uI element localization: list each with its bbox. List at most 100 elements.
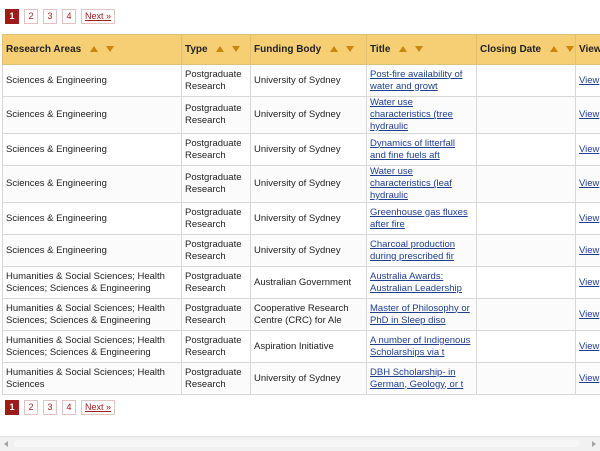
column-header-view: View: [576, 35, 600, 65]
sort-descending-icon[interactable]: [566, 46, 574, 52]
cell-type: Postgraduate Research: [182, 65, 251, 97]
table-row: Humanities & Social Sciences; Health Sci…: [3, 299, 600, 331]
cell-research-areas: Sciences & Engineering: [3, 97, 182, 134]
cell-type: Postgraduate Research: [182, 97, 251, 134]
cell-closing-date: [477, 299, 576, 331]
cell-type: Postgraduate Research: [185, 335, 242, 358]
cell-title-link[interactable]: DBH Scholarship- in German, Geology, or …: [370, 367, 463, 390]
cell-view: View: [576, 299, 600, 331]
cell-view: View: [576, 363, 600, 395]
cell-research-areas: Humanities & Social Sciences; Health Sci…: [6, 335, 165, 358]
sort-descending-icon[interactable]: [106, 46, 114, 52]
column-header-closing-date[interactable]: Closing Date: [477, 35, 576, 65]
pagination-bottom: 1 2 3 4 Next »: [5, 400, 120, 415]
cell-closing-date: [477, 235, 576, 267]
cell-type: Postgraduate Research: [185, 271, 242, 294]
sort-ascending-icon[interactable]: [399, 46, 407, 52]
cell-funding-body: University of Sydney: [254, 213, 341, 224]
cell-view-link[interactable]: View: [579, 75, 599, 86]
scroll-right-arrow-icon[interactable]: [592, 441, 596, 447]
cell-type: Postgraduate Research: [185, 138, 242, 161]
cell-title: Greenhouse gas fluxes after fire: [367, 203, 477, 235]
cell-closing-date: [477, 267, 576, 299]
cell-funding-body: University of Sydney: [254, 178, 341, 189]
next-page-button[interactable]: Next »: [81, 9, 115, 24]
cell-research-areas: Humanities & Social Sciences; Health Sci…: [3, 363, 182, 395]
sort-ascending-icon[interactable]: [216, 46, 224, 52]
column-header-type[interactable]: Type: [182, 35, 251, 65]
cell-title-link[interactable]: Post-fire availability of water and grow…: [370, 69, 462, 92]
cell-title-link[interactable]: Charcoal production during prescribed fi…: [370, 239, 455, 262]
column-header-research-areas[interactable]: Research Areas: [3, 35, 182, 65]
page-3-button[interactable]: 3: [43, 400, 57, 415]
sort-descending-icon[interactable]: [346, 46, 354, 52]
cell-title: Water use characteristics (tree hydrauli…: [367, 97, 477, 134]
cell-type: Postgraduate Research: [185, 69, 242, 92]
cell-type: Postgraduate Research: [185, 239, 242, 262]
cell-funding-body: University of Sydney: [251, 363, 367, 395]
cell-title-link[interactable]: A number of Indigenous Scholarships via …: [370, 335, 470, 358]
sort-descending-icon[interactable]: [415, 46, 423, 52]
sort-ascending-icon[interactable]: [90, 46, 98, 52]
cell-title-link[interactable]: Master of Philosophy or PhD in Sleep dis…: [370, 303, 470, 326]
column-header-funding-body[interactable]: Funding Body: [251, 35, 367, 65]
page-1-button[interactable]: 1: [5, 9, 19, 24]
cell-research-areas: Sciences & Engineering: [6, 245, 107, 256]
cell-type: Postgraduate Research: [182, 299, 251, 331]
table-row: Humanities & Social Sciences; Health Sci…: [3, 363, 600, 395]
cell-view-link[interactable]: View: [579, 178, 599, 189]
cell-research-areas: Sciences & Engineering: [3, 65, 182, 97]
scrollbar-thumb[interactable]: [14, 440, 579, 447]
sort-ascending-icon[interactable]: [550, 46, 558, 52]
cell-type: Postgraduate Research: [182, 267, 251, 299]
pagination-top: 1 2 3 4 Next »: [5, 9, 120, 24]
cell-title-link[interactable]: Dynamics of litterfall and fine fuels af…: [370, 138, 455, 161]
cell-closing-date: [477, 331, 576, 363]
cell-funding-body: University of Sydney: [251, 203, 367, 235]
page-2-button[interactable]: 2: [24, 400, 38, 415]
cell-title-link[interactable]: Water use characteristics (leaf hydrauli…: [370, 166, 452, 201]
cell-view-link[interactable]: View: [579, 144, 599, 155]
cell-view-link[interactable]: View: [579, 277, 599, 288]
cell-view-link[interactable]: View: [579, 341, 599, 352]
cell-funding-body: Australian Government: [254, 277, 351, 288]
cell-title-link[interactable]: Australia Awards: Australian Leadership: [370, 271, 462, 294]
cell-view-link[interactable]: View: [579, 213, 599, 224]
cell-research-areas: Sciences & Engineering: [6, 109, 107, 120]
cell-view: View: [576, 65, 600, 97]
cell-research-areas: Humanities & Social Sciences; Health Sci…: [3, 299, 182, 331]
sort-ascending-icon[interactable]: [330, 46, 338, 52]
scroll-left-arrow-icon[interactable]: [4, 441, 8, 447]
table-row: Humanities & Social Sciences; Health Sci…: [3, 267, 600, 299]
page-1-button[interactable]: 1: [5, 400, 19, 415]
cell-type: Postgraduate Research: [182, 363, 251, 395]
page-2-button[interactable]: 2: [24, 9, 38, 24]
cell-view-link[interactable]: View: [579, 245, 599, 256]
table-header-row: Research Areas Type Funding Body Title C…: [3, 35, 600, 65]
sort-controls: [330, 46, 354, 52]
sort-descending-icon[interactable]: [232, 46, 240, 52]
cell-title-link[interactable]: Greenhouse gas fluxes after fire: [370, 207, 468, 230]
page-4-button[interactable]: 4: [62, 9, 76, 24]
cell-research-areas: Humanities & Social Sciences; Health Sci…: [3, 331, 182, 363]
cell-title: DBH Scholarship- in German, Geology, or …: [367, 363, 477, 395]
horizontal-scrollbar[interactable]: [0, 436, 600, 451]
cell-view: View: [576, 331, 600, 363]
cell-view-link[interactable]: View: [579, 309, 599, 320]
cell-research-areas: Sciences & Engineering: [6, 75, 107, 86]
next-page-button[interactable]: Next »: [81, 400, 115, 415]
cell-research-areas: Humanities & Social Sciences; Health Sci…: [6, 303, 165, 326]
page-3-button[interactable]: 3: [43, 9, 57, 24]
column-header-title[interactable]: Title: [367, 35, 477, 65]
table-row: Sciences & EngineeringPostgraduate Resea…: [3, 203, 600, 235]
sort-controls: [399, 46, 423, 52]
cell-research-areas: Humanities & Social Sciences; Health Sci…: [6, 271, 165, 294]
cell-view: View: [576, 235, 600, 267]
cell-closing-date: [477, 97, 576, 134]
cell-title-link[interactable]: Water use characteristics (tree hydrauli…: [370, 97, 453, 132]
cell-type: Postgraduate Research: [182, 331, 251, 363]
cell-title: Water use characteristics (leaf hydrauli…: [367, 166, 477, 203]
cell-view-link[interactable]: View: [579, 109, 599, 120]
page-4-button[interactable]: 4: [62, 400, 76, 415]
cell-view-link[interactable]: View: [579, 373, 599, 384]
